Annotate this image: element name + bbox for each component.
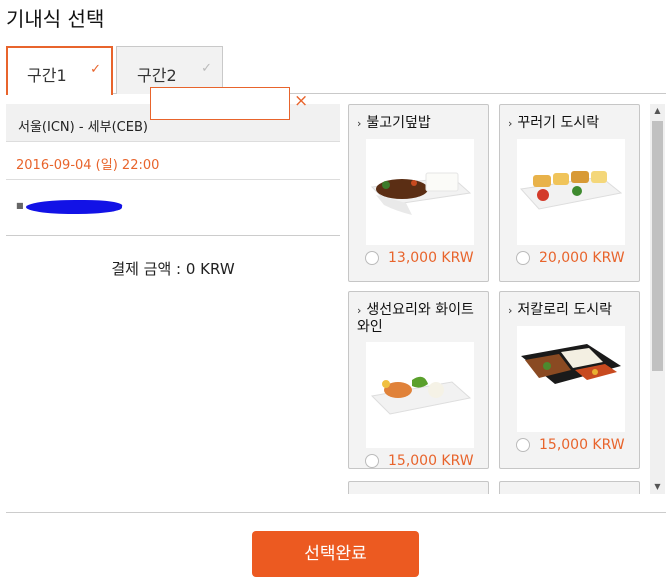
tab-label: 구간2 <box>137 66 177 85</box>
meal-image <box>517 139 625 245</box>
clear-icon[interactable]: × <box>294 91 308 111</box>
footer-divider <box>6 512 666 513</box>
check-icon: ✓ <box>201 61 212 76</box>
meal-image <box>366 342 474 448</box>
meal-name: › 생선요리와 화이트와인 <box>357 302 474 335</box>
meal-price-row[interactable]: 15,000 KRW <box>516 437 625 453</box>
chevron-right-icon: › <box>508 304 513 317</box>
meal-radio[interactable] <box>365 251 379 265</box>
meal-price-row[interactable]: 15,000 KRW <box>365 453 474 469</box>
meal-card[interactable] <box>348 481 489 494</box>
tab-label: 구간1 <box>27 66 67 85</box>
meal-image <box>366 139 474 245</box>
meal-name: › 꾸러기 도시락 <box>508 115 600 131</box>
bullet-icon: ■ <box>16 201 24 210</box>
meal-list: › 불고기덮밥 13,000 KRW › 꾸러기 도시락 20,000 KRW … <box>348 104 644 494</box>
meal-card[interactable] <box>499 481 640 494</box>
passenger-row: ■ <box>6 180 340 236</box>
submit-button[interactable]: 선택완료 <box>252 531 419 577</box>
meal-radio[interactable] <box>516 438 530 452</box>
meal-price-row[interactable]: 13,000 KRW <box>365 250 474 266</box>
meal-name: › 불고기덮밥 <box>357 115 431 131</box>
departure-date: 2016-09-04 (일) 22:00 <box>6 142 340 180</box>
meal-name: › 저칼로리 도시락 <box>508 302 613 318</box>
meal-card[interactable]: › 불고기덮밥 13,000 KRW <box>348 104 489 282</box>
selected-meal-field[interactable] <box>150 87 290 120</box>
meal-price: 13,000 KRW <box>388 250 474 266</box>
check-icon: ✓ <box>90 62 101 77</box>
chevron-right-icon: › <box>357 304 362 317</box>
scroll-up-icon[interactable]: ▲ <box>650 104 665 118</box>
meal-price: 15,000 KRW <box>388 453 474 469</box>
redacted-passenger-name <box>25 200 123 214</box>
segment-panel: 서울(ICN) - 세부(CEB) 2016-09-04 (일) 22:00 ■… <box>6 104 340 279</box>
scroll-down-icon[interactable]: ▼ <box>650 480 665 494</box>
meal-card[interactable]: › 생선요리와 화이트와인 15,000 KRW <box>348 291 489 469</box>
meal-image <box>517 326 625 432</box>
meal-list-scrollbar[interactable]: ▲ ▼ <box>650 104 665 494</box>
meal-card[interactable]: › 꾸러기 도시락 20,000 KRW <box>499 104 640 282</box>
meal-price: 15,000 KRW <box>539 437 625 453</box>
payment-total: 결제 금액 : 0 KRW <box>111 260 235 278</box>
meal-radio[interactable] <box>365 454 379 468</box>
meal-price: 20,000 KRW <box>539 250 625 266</box>
scroll-thumb[interactable] <box>652 121 663 371</box>
meal-price-row[interactable]: 20,000 KRW <box>516 250 625 266</box>
meal-radio[interactable] <box>516 251 530 265</box>
meal-card[interactable]: › 저칼로리 도시락 15,000 KRW <box>499 291 640 469</box>
chevron-right-icon: › <box>508 117 513 130</box>
page-title: 기내식 선택 <box>6 7 105 31</box>
tab-segment-1[interactable]: 구간1 ✓ <box>6 46 113 95</box>
segment-tabs: 구간1 ✓ 구간2 ✓ <box>6 46 666 95</box>
chevron-right-icon: › <box>357 117 362 130</box>
